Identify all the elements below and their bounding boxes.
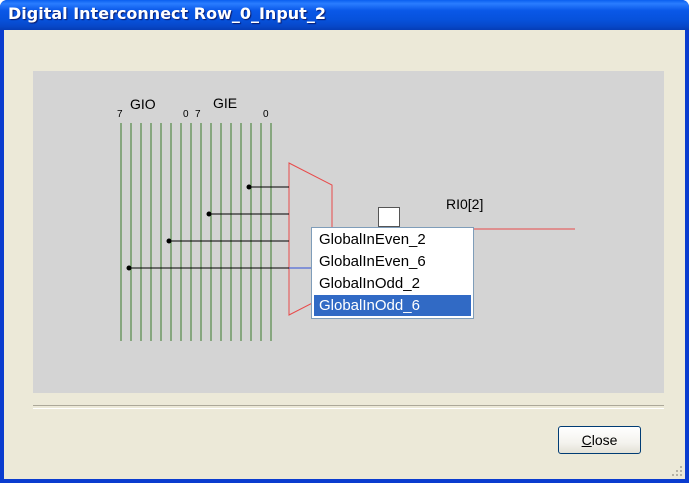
input-taps — [126, 184, 311, 271]
close-button[interactable]: Close — [558, 426, 641, 454]
resize-grip-icon[interactable] — [671, 465, 683, 477]
window-title: Digital Interconnect Row_0_Input_2 — [8, 4, 326, 23]
gio-bus-label: GIO — [130, 96, 156, 112]
gie-low-bit-label: 0 — [263, 109, 269, 120]
input-select-listbox[interactable]: GlobalInEven_2 GlobalInEven_6 GlobalInOd… — [311, 227, 474, 319]
gie-high-bit-label: 7 — [195, 109, 201, 120]
dialog-client-area: 7 GIO 0 7 GIE 0 RI0[2] GlobalInEven_2 Gl… — [4, 30, 685, 479]
list-option[interactable]: GlobalInEven_2 — [314, 229, 471, 250]
bus-lines — [120, 123, 272, 341]
title-bar[interactable]: Digital Interconnect Row_0_Input_2 — [0, 0, 689, 30]
list-option-selected[interactable]: GlobalInOdd_6 — [314, 295, 471, 316]
gio-high-bit-label: 7 — [117, 109, 123, 120]
gio-low-bit-label: 0 — [183, 109, 189, 120]
list-option[interactable]: GlobalInOdd_2 — [314, 273, 471, 294]
interconnect-diagram-panel: 7 GIO 0 7 GIE 0 RI0[2] GlobalInEven_2 Gl… — [33, 71, 664, 393]
close-label-rest: lose — [591, 432, 618, 448]
close-accelerator: C — [581, 432, 592, 448]
dialog-window: Digital Interconnect Row_0_Input_2 7 GIO… — [0, 0, 689, 483]
output-register-box — [378, 207, 400, 227]
list-option[interactable]: GlobalInEven_6 — [314, 251, 471, 272]
dialog-separator — [33, 405, 664, 409]
gie-bus-label: GIE — [213, 95, 238, 111]
output-label: RI0[2] — [446, 196, 484, 212]
